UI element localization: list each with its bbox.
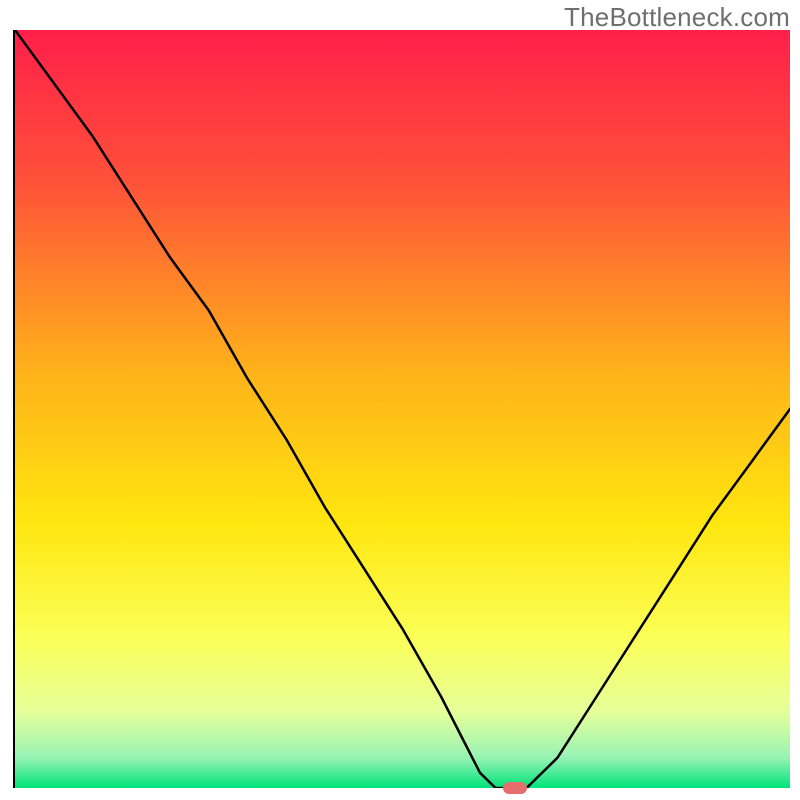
optimum-marker — [503, 782, 527, 794]
watermark-text: TheBottleneck.com — [564, 2, 790, 33]
curve-line — [15, 30, 790, 788]
chart-frame: TheBottleneck.com — [0, 0, 800, 800]
plot-area — [13, 30, 788, 788]
